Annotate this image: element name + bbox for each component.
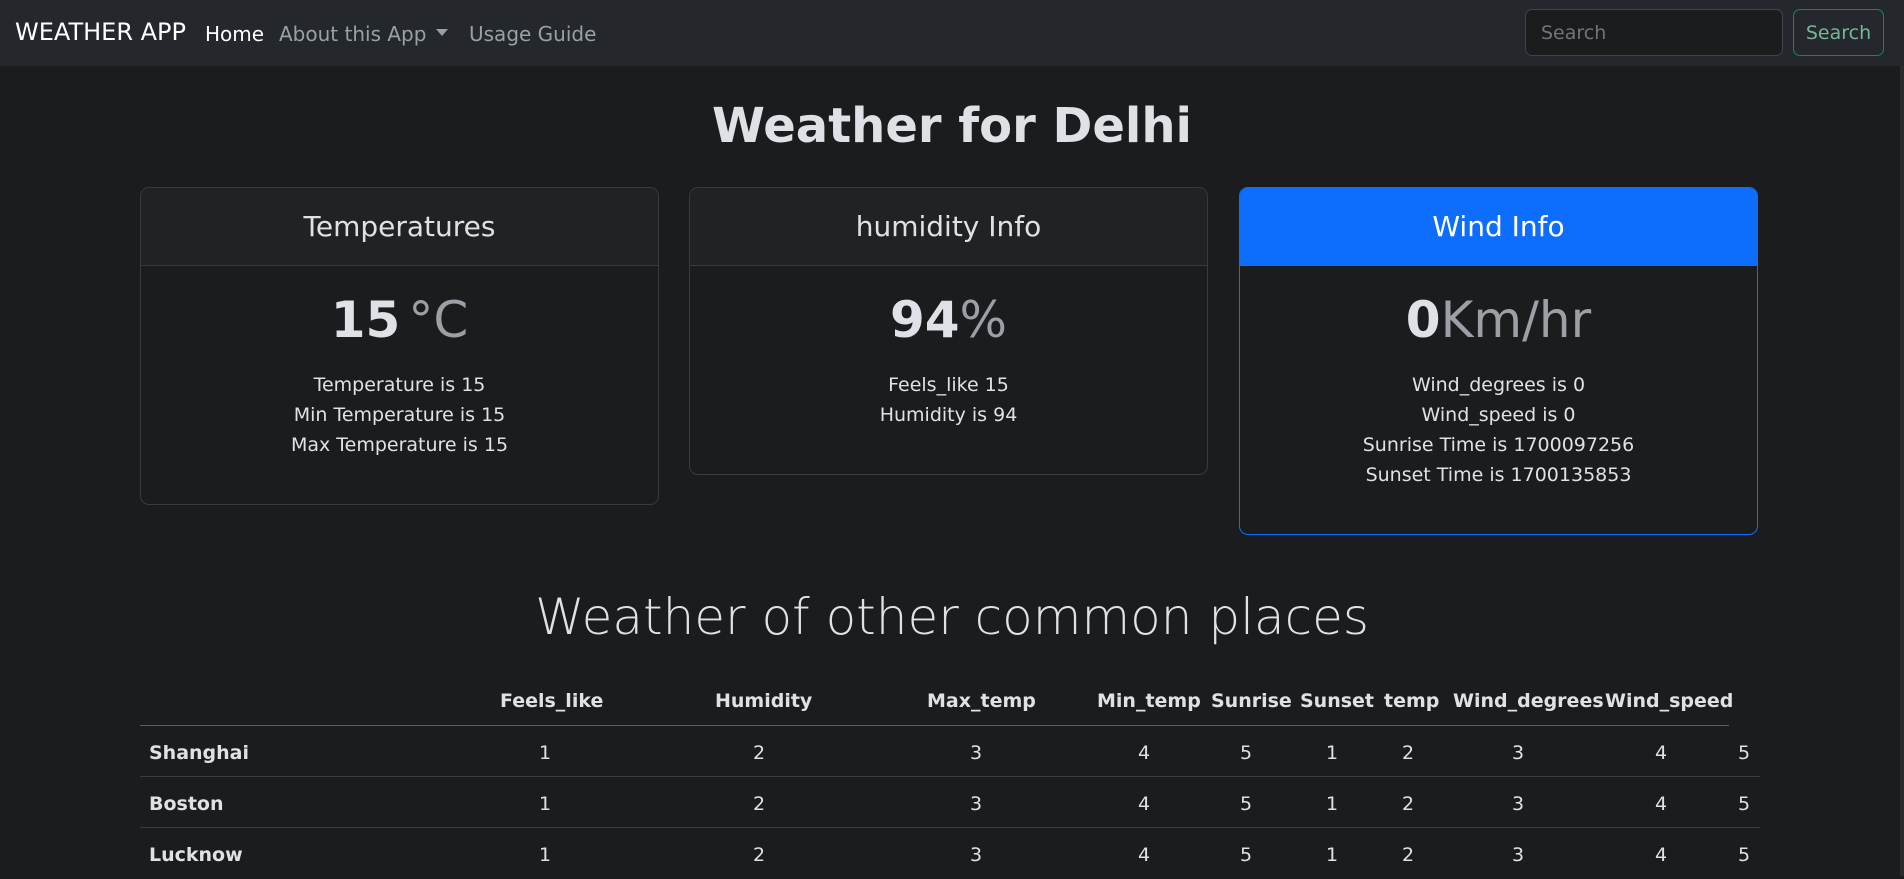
wind-unit: Km/hr	[1440, 291, 1592, 349]
navbar: WEATHER APP Home About this App Usage Gu…	[0, 0, 1904, 66]
feels-like-line: Feels_like 15	[888, 374, 1009, 396]
column-header-feels-like: Feels_like	[500, 690, 604, 712]
temperature-value: 15 °C	[330, 291, 469, 349]
wind-card: Wind Info 0Km/hr Wind_degrees is 0 Wind_…	[1239, 187, 1758, 535]
nav-home-link[interactable]: Home	[205, 22, 264, 46]
humidity-value: 94%	[889, 291, 1008, 349]
temperature-line: Temperature is 15	[313, 374, 486, 396]
table-cell: 3	[1511, 844, 1525, 866]
search-button[interactable]: Search	[1793, 9, 1884, 56]
column-header-max-temp: Max_temp	[927, 690, 1036, 712]
table-cell: 5	[1737, 793, 1751, 815]
table-cell: 1	[538, 793, 552, 815]
sunset-line: Sunset Time is 1700135853	[1365, 464, 1632, 486]
table-cell: 4	[1137, 793, 1151, 815]
column-header-min-temp: Min_temp	[1097, 690, 1201, 712]
column-header-wind-speed: Wind_speed	[1605, 690, 1734, 712]
table-cell: 2	[752, 793, 766, 815]
temperature-card-header: Temperatures	[141, 188, 658, 266]
table-row: Boston 1 2 3 4 5 1 2 3 4 5	[140, 777, 1760, 828]
nav-about-link[interactable]: About this App	[279, 22, 426, 46]
table-cell: 3	[969, 793, 983, 815]
table-cell: 3	[1511, 742, 1525, 764]
table-cell: 5	[1239, 793, 1253, 815]
column-header-wind-degrees: Wind_degrees	[1453, 690, 1604, 712]
column-header-sunrise: Sunrise	[1211, 690, 1292, 712]
table-cell: 1	[1325, 793, 1339, 815]
table-cell: 4	[1654, 844, 1668, 866]
table-cell: 5	[1239, 844, 1253, 866]
table-cell: 1	[1325, 742, 1339, 764]
temperature-unit: °C	[408, 291, 469, 349]
table-cell: 4	[1137, 844, 1151, 866]
city-name: Lucknow	[149, 844, 243, 866]
table-cell: 2	[752, 742, 766, 764]
table-cell: 4	[1137, 742, 1151, 764]
humidity-card: humidity Info 94% Feels_like 15 Humidity…	[689, 187, 1208, 475]
table-cell: 3	[969, 742, 983, 764]
search-input[interactable]	[1525, 9, 1783, 56]
table-cell: 1	[538, 742, 552, 764]
humidity-line: Humidity is 94	[879, 404, 1018, 426]
column-header-temp: temp	[1384, 690, 1440, 712]
wind-degrees-line: Wind_degrees is 0	[1411, 374, 1586, 396]
table-row: Shanghai 1 2 3 4 5 1 2 3 4 5	[140, 726, 1760, 777]
section-title: Weather of other common places	[535, 588, 1369, 646]
wind-value: 0Km/hr	[1405, 291, 1592, 349]
max-temperature-line: Max Temperature is 15	[290, 434, 509, 456]
humidity-unit: %	[959, 291, 1008, 349]
column-header-sunset: Sunset	[1300, 690, 1375, 712]
table-cell: 1	[538, 844, 552, 866]
table-cell: 2	[752, 844, 766, 866]
city-name: Boston	[149, 793, 224, 815]
column-header-humidity: Humidity	[715, 690, 813, 712]
table-cell: 3	[969, 844, 983, 866]
brand-link[interactable]: WEATHER APP	[15, 18, 186, 46]
dropdown-caret-icon[interactable]	[436, 29, 448, 36]
temperature-card: Temperatures 15 °C Temperature is 15 Min …	[140, 187, 659, 505]
city-name: Shanghai	[149, 742, 250, 764]
table-cell: 1	[1325, 844, 1339, 866]
page-title: Weather for Delhi	[712, 98, 1192, 154]
sunrise-line: Sunrise Time is 1700097256	[1362, 434, 1635, 456]
table-cell: 5	[1737, 742, 1751, 764]
wind-speed-line: Wind_speed is 0	[1421, 404, 1576, 426]
table-cell: 2	[1401, 844, 1415, 866]
table-row: Lucknow 1 2 3 4 5 1 2 3 4 5	[140, 828, 1760, 879]
page-scrollbar[interactable]	[1900, 66, 1904, 876]
table-cell: 2	[1401, 742, 1415, 764]
wind-card-header: Wind Info	[1240, 188, 1757, 266]
table-cell: 5	[1239, 742, 1253, 764]
table-cell: 2	[1401, 793, 1415, 815]
humidity-card-header: humidity Info	[690, 188, 1207, 266]
table-cell: 4	[1654, 793, 1668, 815]
nav-usage-guide-link[interactable]: Usage Guide	[469, 22, 596, 46]
table-cell: 3	[1511, 793, 1525, 815]
min-temperature-line: Min Temperature is 15	[293, 404, 506, 426]
table-cell: 4	[1654, 742, 1668, 764]
table-cell: 5	[1737, 844, 1751, 866]
